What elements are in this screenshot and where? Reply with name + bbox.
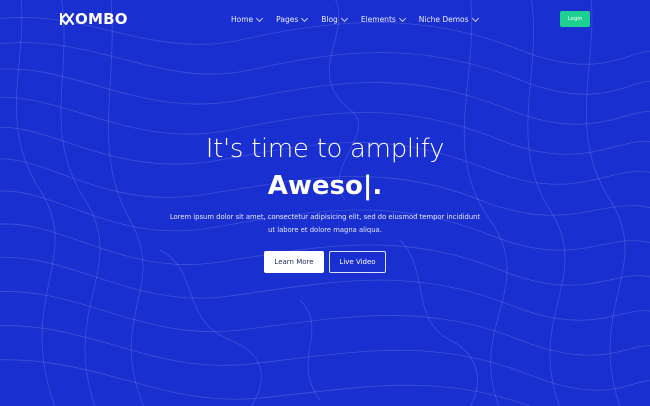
hero-headline: It's time to amplify [205, 134, 445, 164]
chevron-down-icon [301, 14, 309, 22]
nav-item-home[interactable]: Home [231, 14, 264, 24]
logo-text: OMBO [75, 10, 128, 28]
logo[interactable]: OMBO [60, 10, 128, 28]
nav-item-label: Pages [276, 14, 299, 24]
nav-item-label: Niche Demos [418, 14, 469, 24]
hero-typed-word: Aweso|. [267, 171, 383, 201]
main-nav: Home Pages Blog Elements Niche Demos [231, 12, 492, 26]
live-video-button[interactable]: Live Video [329, 251, 386, 273]
nav-item-label: Blog [321, 14, 338, 24]
chevron-down-icon [340, 14, 348, 22]
learn-more-button[interactable]: Learn More [264, 251, 324, 273]
nav-item-pages[interactable]: Pages [276, 14, 309, 24]
nav-item-elements[interactable]: Elements [360, 14, 406, 24]
hero-description: Lorem ipsum dolor sit amet, consectetur … [169, 213, 481, 234]
chevron-down-icon [398, 14, 406, 22]
hero-section: OMBO Home Pages Blog Elements Niche Demo… [0, 0, 650, 406]
nav-item-label: Elements [360, 14, 396, 24]
chevron-down-icon [471, 14, 479, 22]
nav-item-niche-demos[interactable]: Niche Demos [418, 14, 479, 24]
k-logo-icon [60, 13, 74, 25]
chevron-down-icon [256, 14, 264, 22]
nav-item-label: Home [231, 14, 254, 24]
nav-item-blog[interactable]: Blog [321, 14, 348, 24]
site-header: OMBO Home Pages Blog Elements Niche Demo… [0, 0, 650, 38]
login-button[interactable]: Login [560, 11, 590, 27]
